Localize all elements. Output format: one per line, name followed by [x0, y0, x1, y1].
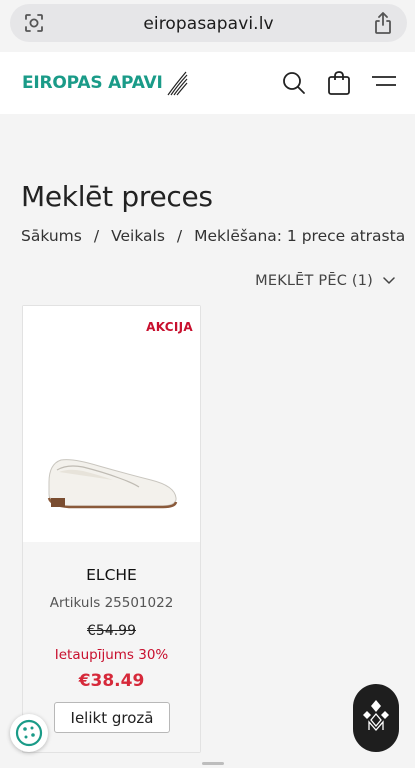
- address-bar[interactable]: eiropasapavi.lv: [10, 4, 407, 42]
- url-text: eiropasapavi.lv: [143, 14, 274, 34]
- search-filter-dropdown[interactable]: MEKLĒT PĒC (1): [255, 273, 395, 289]
- product-image[interactable]: [43, 442, 183, 512]
- cookie-settings-button[interactable]: [10, 714, 48, 752]
- savings-text: Ietaupījums 30%: [54, 647, 169, 663]
- shopping-bag-icon[interactable]: [326, 70, 352, 96]
- site-header: EIROPAS APAVI: [0, 52, 415, 114]
- breadcrumb: Sākums / Veikals / Meklēšana: 1 prece atrast…: [21, 227, 405, 245]
- sale-badge: AKCIJA: [146, 320, 193, 334]
- chevron-down-icon: [383, 277, 395, 284]
- old-price: €54.99: [87, 623, 136, 639]
- assistant-logo-icon: [363, 700, 389, 731]
- product-info: ELCHE Artikuls 25501022 €54.99 Ietaupīju…: [23, 542, 200, 752]
- page-title: Meklēt preces: [21, 180, 213, 213]
- logo-text: EIROPAS APAVI: [22, 73, 163, 93]
- site-logo[interactable]: EIROPAS APAVI: [22, 69, 189, 97]
- browser-toolbar: eiropasapavi.lv: [0, 0, 415, 48]
- breadcrumb-separator: /: [93, 227, 100, 245]
- product-sku: Artikuls 25501022: [49, 595, 174, 611]
- current-price: €38.49: [78, 671, 145, 691]
- search-icon[interactable]: [281, 70, 307, 96]
- breadcrumb-current: Meklēšana: 1 prece atrasta: [194, 227, 406, 245]
- product-card[interactable]: AKCIJA ELCHE Artikuls 25501022 €54.99 Ie…: [22, 305, 201, 753]
- scroll-indicator: [202, 762, 224, 765]
- assistant-widget-button[interactable]: [353, 684, 399, 752]
- share-icon[interactable]: [373, 11, 393, 35]
- menu-icon[interactable]: [371, 70, 397, 96]
- logo-wing-icon: [167, 71, 188, 96]
- breadcrumb-separator: /: [176, 227, 183, 245]
- cookie-icon: [15, 719, 43, 747]
- product-image-area[interactable]: AKCIJA: [23, 306, 200, 542]
- filter-label: MEKLĒT PĒC (1): [255, 273, 373, 289]
- product-name[interactable]: ELCHE: [23, 566, 200, 584]
- breadcrumb-shop[interactable]: Veikals: [111, 227, 165, 245]
- breadcrumb-home[interactable]: Sākums: [21, 227, 82, 245]
- add-to-cart-button[interactable]: Ielikt grozā: [54, 702, 170, 733]
